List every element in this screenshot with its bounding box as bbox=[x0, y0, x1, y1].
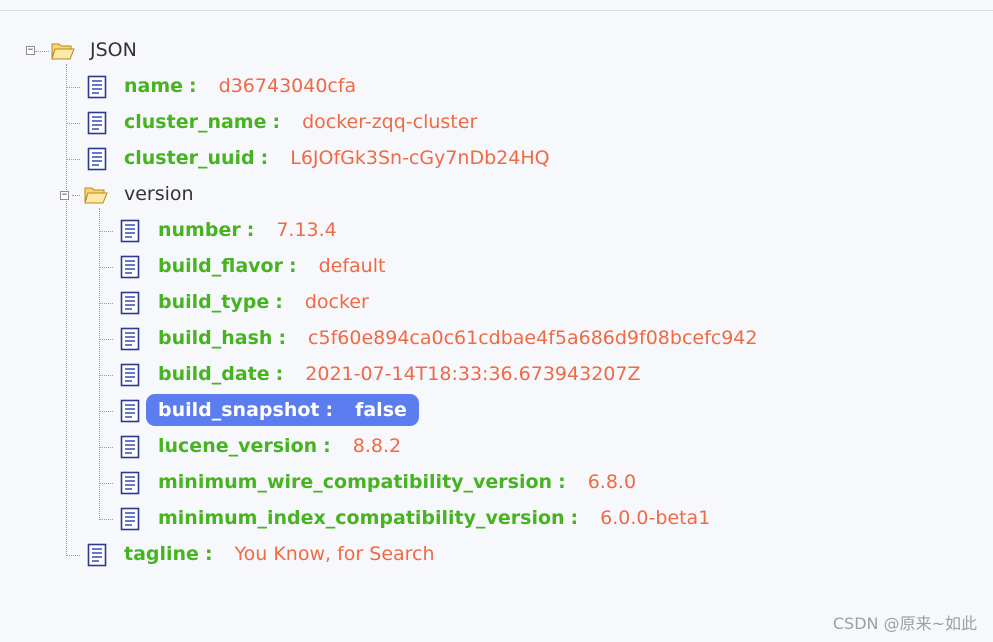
collapse-toggle-version[interactable]: − bbox=[60, 191, 69, 200]
field-value: 8.8.2 bbox=[352, 435, 402, 457]
tree-line bbox=[99, 339, 113, 340]
field-value: docker bbox=[304, 291, 369, 313]
field-colon: : bbox=[272, 111, 281, 133]
field-key: lucene_version bbox=[158, 435, 318, 457]
field-colon: : bbox=[260, 147, 269, 169]
field-key: name bbox=[124, 75, 184, 97]
field-colon: : bbox=[189, 75, 197, 97]
field-build-snapshot-selected[interactable]: build_snapshot: false bbox=[146, 394, 419, 426]
field-build-flavor[interactable]: build_flavor: default bbox=[158, 255, 385, 277]
document-icon bbox=[120, 219, 140, 243]
tree-line bbox=[66, 159, 80, 160]
document-icon bbox=[87, 75, 107, 99]
document-icon bbox=[120, 399, 140, 423]
field-value: You Know, for Search bbox=[234, 543, 435, 565]
folder-open-icon bbox=[84, 187, 108, 204]
field-tagline[interactable]: tagline: You Know, for Search bbox=[124, 543, 435, 565]
tree-line bbox=[99, 375, 113, 376]
field-lucene-version[interactable]: lucene_version:8.8.2 bbox=[158, 435, 401, 457]
field-key: minimum_index_compatibility_version bbox=[158, 507, 565, 529]
field-key: build_date bbox=[158, 363, 270, 385]
json-viewer-page: − JSON name: d36743040cfa cluster_name: do… bbox=[0, 0, 993, 642]
tree-line bbox=[99, 303, 113, 304]
field-value: default bbox=[318, 255, 386, 277]
field-key: build_hash bbox=[158, 327, 273, 349]
field-value: docker-zqq-cluster bbox=[302, 111, 478, 133]
field-colon: : bbox=[325, 399, 334, 421]
field-colon: : bbox=[204, 543, 213, 565]
document-icon bbox=[87, 543, 107, 567]
document-icon bbox=[120, 291, 140, 315]
field-colon: : bbox=[246, 219, 255, 241]
field-key: minimum_wire_compatibility_version bbox=[158, 471, 553, 493]
tree-line bbox=[66, 64, 67, 556]
field-build-type[interactable]: build_type: docker bbox=[158, 291, 369, 313]
field-key: number bbox=[158, 219, 241, 241]
field-value: L6JOfGk3Sn-cGy7nDb24HQ bbox=[290, 147, 550, 169]
field-value: 6.0.0-beta1 bbox=[600, 507, 711, 529]
field-value: 2021-07-14T18:33:36.673943207Z bbox=[305, 363, 641, 385]
tree-line bbox=[66, 555, 80, 556]
field-key: cluster_name bbox=[124, 111, 267, 133]
document-icon bbox=[120, 471, 140, 495]
field-colon: : bbox=[275, 291, 283, 313]
field-colon: : bbox=[278, 327, 287, 349]
field-number[interactable]: number:7.13.4 bbox=[158, 219, 337, 241]
document-icon bbox=[120, 255, 140, 279]
tree-line bbox=[66, 123, 80, 124]
watermark-text: CSDN @原来~如此 bbox=[832, 614, 977, 633]
tree-line bbox=[72, 195, 80, 196]
document-icon bbox=[120, 435, 140, 459]
tree-line bbox=[99, 208, 100, 520]
tree-line bbox=[66, 87, 80, 88]
tree-line bbox=[99, 447, 113, 448]
field-name[interactable]: name: d36743040cfa bbox=[124, 75, 356, 97]
tree-line bbox=[99, 519, 113, 520]
field-build-hash[interactable]: build_hash: c5f60e894ca0c61cdbae4f5a686d9… bbox=[158, 327, 758, 349]
document-icon bbox=[120, 363, 140, 387]
folder-open-icon bbox=[51, 43, 75, 60]
field-minimum-index-compatibility-version[interactable]: minimum_index_compatibility_version:6.0.… bbox=[158, 507, 710, 529]
field-key: cluster_uuid bbox=[124, 147, 255, 169]
collapse-toggle-root[interactable]: − bbox=[26, 46, 35, 55]
tree-line bbox=[99, 411, 113, 412]
field-build-date[interactable]: build_date:2021-07-14T18:33:36.673943207… bbox=[158, 363, 640, 385]
tree-line bbox=[99, 267, 113, 268]
tree-line bbox=[35, 51, 49, 52]
field-value: false bbox=[355, 399, 407, 421]
document-icon bbox=[87, 111, 107, 135]
field-cluster-name[interactable]: cluster_name: docker-zqq-cluster bbox=[124, 111, 477, 133]
field-value: c5f60e894ca0c61cdbae4f5a686d9f08bcefc942 bbox=[308, 327, 758, 349]
tree-line bbox=[99, 483, 113, 484]
field-cluster-uuid[interactable]: cluster_uuid: L6JOfGk3Sn-cGy7nDb24HQ bbox=[124, 147, 550, 169]
selected-row-highlight[interactable]: build_snapshot: false bbox=[146, 394, 419, 426]
version-node-label[interactable]: version bbox=[124, 183, 194, 205]
field-value: d36743040cfa bbox=[218, 75, 357, 97]
field-colon: : bbox=[323, 435, 331, 457]
field-key: tagline bbox=[124, 543, 199, 565]
field-key: build_flavor bbox=[158, 255, 283, 277]
field-key: build_type bbox=[158, 291, 270, 313]
document-icon bbox=[87, 147, 107, 171]
field-colon: : bbox=[288, 255, 297, 277]
document-icon bbox=[120, 327, 140, 351]
tree-line bbox=[99, 231, 113, 232]
field-colon: : bbox=[570, 507, 579, 529]
field-minimum-wire-compatibility-version[interactable]: minimum_wire_compatibility_version:6.8.0 bbox=[158, 471, 636, 493]
field-value: 7.13.4 bbox=[276, 219, 337, 241]
document-icon bbox=[120, 507, 140, 531]
field-colon: : bbox=[275, 363, 284, 385]
field-colon: : bbox=[558, 471, 566, 493]
field-key: build_snapshot bbox=[158, 399, 320, 421]
root-node-label[interactable]: JSON bbox=[90, 39, 137, 61]
field-value: 6.8.0 bbox=[587, 471, 637, 493]
top-divider bbox=[0, 10, 993, 11]
